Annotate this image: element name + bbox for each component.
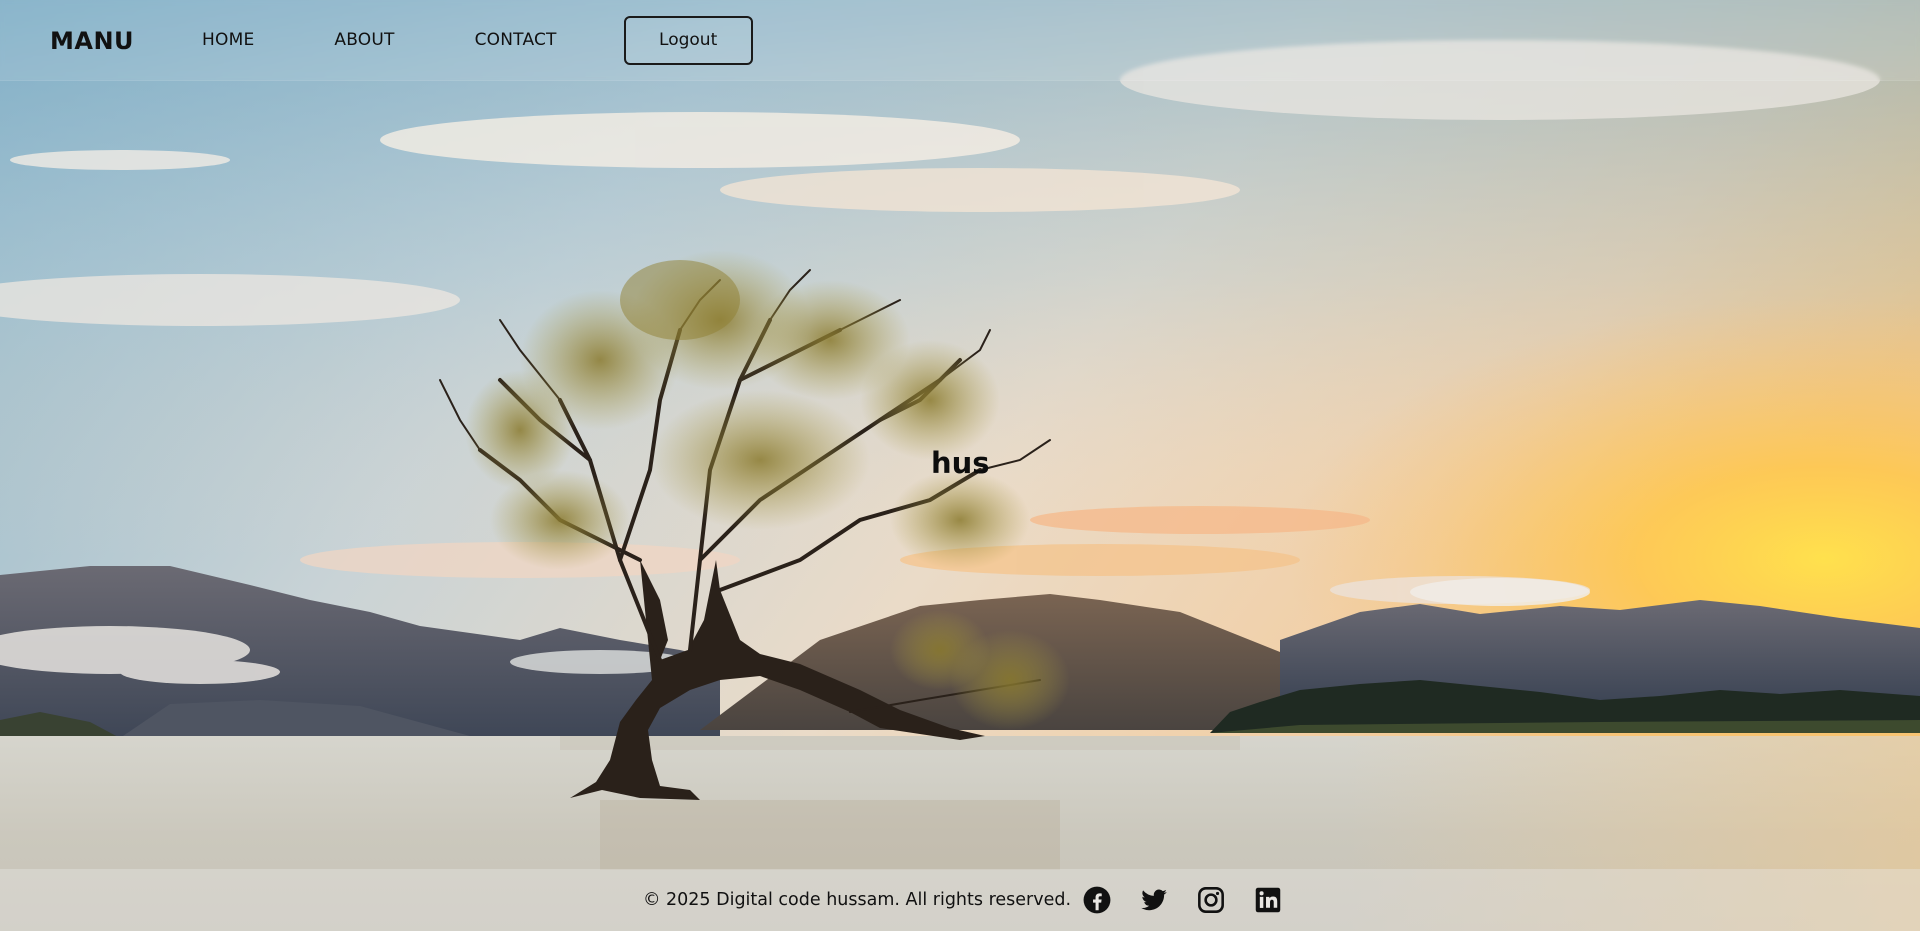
page: MANU HOME ABOUT CONTACT Logout hus © 202… — [0, 0, 1920, 931]
linkedin-glyph — [1255, 887, 1281, 913]
logout-button[interactable]: Logout — [623, 15, 753, 65]
twitter-glyph — [1141, 889, 1167, 911]
copyright-text: © 2025 Digital code hussam. All rights r… — [642, 890, 1072, 910]
twitter-icon[interactable] — [1140, 886, 1168, 914]
footer: © 2025 Digital code hussam. All rights r… — [0, 869, 1920, 931]
facebook-icon[interactable] — [1083, 886, 1111, 914]
instagram-icon[interactable] — [1197, 886, 1225, 914]
facebook-glyph — [1083, 886, 1111, 914]
top-navbar: MANU HOME ABOUT CONTACT Logout — [0, 0, 1920, 81]
nav-link-home[interactable]: HOME — [202, 30, 254, 50]
linkedin-icon[interactable] — [1254, 886, 1282, 914]
footer-content: © 2025 Digital code hussam. All rights r… — [643, 886, 1282, 914]
brand-logo[interactable]: MANU — [50, 27, 134, 55]
nav-link-contact[interactable]: CONTACT — [475, 30, 557, 50]
hero-heading: hus — [931, 446, 990, 480]
nav-link-about[interactable]: ABOUT — [334, 30, 394, 50]
instagram-glyph — [1198, 887, 1224, 913]
